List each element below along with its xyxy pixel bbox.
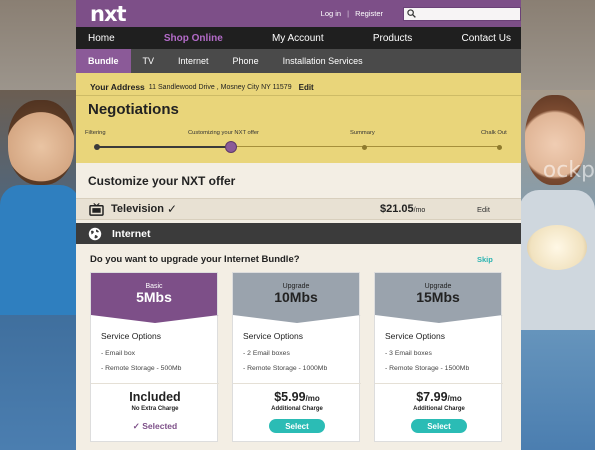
account-links: Log in | Register bbox=[321, 6, 521, 21]
nav-home[interactable]: Home bbox=[88, 33, 115, 44]
plan-price-unit: /mo bbox=[447, 394, 462, 403]
nav-contact-us[interactable]: Contact Us bbox=[462, 33, 511, 44]
address-edit-link[interactable]: Edit bbox=[299, 83, 314, 92]
step-summary: Summary bbox=[350, 130, 375, 136]
sub-nav: Bundle TV Internet Phone Installation Se… bbox=[76, 49, 521, 73]
nav-my-account[interactable]: My Account bbox=[272, 33, 324, 44]
plan-price-note: Additional Charge bbox=[271, 406, 323, 412]
subnav-installation-services[interactable]: Installation Services bbox=[271, 56, 375, 66]
step-filtering: Filtering bbox=[85, 130, 106, 136]
plan-card-15mbs[interactable]: Upgrade 15Mbs Service Options - 3 Email … bbox=[374, 272, 503, 442]
address-value: 11 Sandlewood Drive , Mosney City NY 115… bbox=[148, 83, 292, 91]
service-item: - Remote Storage - 1500Mb bbox=[385, 365, 470, 372]
television-row: Television ✓ $21.05/mo Edit bbox=[76, 198, 521, 220]
tv-icon bbox=[89, 202, 104, 216]
plan-price-unit: /mo bbox=[305, 394, 320, 403]
step-chalk-out: Chalk Out bbox=[481, 130, 507, 136]
plan-speed: 15Mbs bbox=[416, 288, 460, 305]
plan-price-note: No Extra Charge bbox=[131, 406, 179, 412]
progress-tracker: Filtering Customizing your NXT offer Sum… bbox=[76, 129, 521, 159]
page-title: Negotiations bbox=[88, 101, 179, 118]
search-icon bbox=[407, 9, 416, 18]
television-price: $21.05/mo bbox=[380, 203, 425, 215]
select-button[interactable]: Select bbox=[411, 419, 467, 433]
offer-panel: Your Address 11 Sandlewood Drive , Mosne… bbox=[76, 73, 521, 450]
nxt-logo[interactable]: nxt bbox=[90, 2, 127, 26]
search-input[interactable] bbox=[403, 6, 521, 21]
globe-icon bbox=[88, 227, 102, 240]
plan-card-header: Upgrade 10Mbs bbox=[233, 273, 361, 323]
card-divider bbox=[233, 383, 361, 384]
subnav-tv[interactable]: TV bbox=[131, 56, 167, 66]
step-dot-summary bbox=[362, 144, 367, 150]
register-link[interactable]: Register bbox=[355, 9, 383, 18]
negotiation-header: Your Address 11 Sandlewood Drive , Mosne… bbox=[76, 73, 521, 163]
subnav-bundle[interactable]: Bundle bbox=[76, 49, 131, 73]
plan-price-value: $7.99 bbox=[416, 390, 448, 404]
address-divider bbox=[76, 95, 521, 96]
step-dot-filtering bbox=[94, 144, 100, 150]
service-options-title: Service Options bbox=[101, 331, 161, 341]
television-price-unit: /mo bbox=[413, 207, 426, 214]
nav-products[interactable]: Products bbox=[373, 33, 412, 44]
select-button[interactable]: Select bbox=[269, 419, 325, 433]
service-item: - Email box bbox=[101, 350, 135, 357]
login-link[interactable]: Log in bbox=[321, 9, 341, 18]
television-price-value: $21.05 bbox=[380, 203, 414, 215]
plan-price: Included bbox=[129, 390, 181, 404]
television-label: Television bbox=[111, 203, 164, 215]
step-customizing: Customizing your NXT offer bbox=[188, 130, 259, 136]
plan-price: $7.99/mo bbox=[375, 390, 503, 404]
skip-link[interactable]: Skip bbox=[477, 255, 493, 264]
stock-watermark: ockp bbox=[542, 158, 595, 183]
address-row: Your Address 11 Sandlewood Drive , Mosne… bbox=[90, 82, 314, 92]
selected-indicator: ✓ Selected bbox=[132, 421, 178, 431]
plan-speed: 5Mbs bbox=[136, 288, 172, 305]
progress-line-done bbox=[96, 146, 236, 148]
plan-speed: 10Mbs bbox=[274, 288, 318, 305]
service-options-title: Service Options bbox=[243, 331, 303, 341]
service-item: - 3 Email boxes bbox=[385, 350, 432, 357]
service-options-title: Service Options bbox=[385, 331, 445, 341]
step-dot-chalk-out bbox=[497, 144, 502, 150]
plan-card-10mbs[interactable]: Upgrade 10Mbs Service Options - 2 Email … bbox=[232, 272, 361, 442]
customize-heading: Customize your NXT offer bbox=[88, 174, 236, 188]
boy-head bbox=[8, 100, 74, 185]
upgrade-question: Do you want to upgrade your Internet Bun… bbox=[90, 254, 300, 265]
top-bar: nxt Log in | Register bbox=[76, 0, 521, 27]
popcorn-bowl bbox=[527, 225, 587, 270]
plan-card-5mbs[interactable]: Basic 5Mbs Service Options - Email box -… bbox=[90, 272, 219, 442]
plan-card-header: Basic 5Mbs bbox=[91, 273, 219, 323]
plan-price-value: $5.99 bbox=[274, 390, 306, 404]
step-dot-current bbox=[225, 141, 237, 153]
plan-card-header: Upgrade 15Mbs bbox=[375, 273, 503, 323]
nav-shop-online[interactable]: Shop Online bbox=[164, 33, 223, 44]
subnav-internet[interactable]: Internet bbox=[166, 56, 221, 66]
service-item: - 2 Email boxes bbox=[243, 350, 290, 357]
internet-section-bar: Internet bbox=[76, 223, 521, 244]
main-nav: Home Shop Online My Account Products Con… bbox=[76, 27, 521, 49]
card-divider bbox=[375, 383, 503, 384]
service-item: - Remote Storage - 500Mb bbox=[101, 365, 182, 372]
boy-figure bbox=[0, 185, 80, 315]
address-label: Your Address bbox=[90, 82, 145, 92]
check-icon: ✓ bbox=[166, 202, 178, 216]
progress-line-remaining bbox=[236, 146, 501, 147]
service-item: - Remote Storage - 1000Mb bbox=[243, 365, 328, 372]
plan-price: $5.99/mo bbox=[233, 390, 361, 404]
internet-section-label: Internet bbox=[112, 227, 151, 240]
television-edit-link[interactable]: Edit bbox=[477, 205, 490, 214]
subnav-phone[interactable]: Phone bbox=[221, 56, 271, 66]
plan-price-note: Additional Charge bbox=[413, 406, 465, 412]
link-separator: | bbox=[347, 9, 350, 18]
card-divider bbox=[91, 383, 219, 384]
